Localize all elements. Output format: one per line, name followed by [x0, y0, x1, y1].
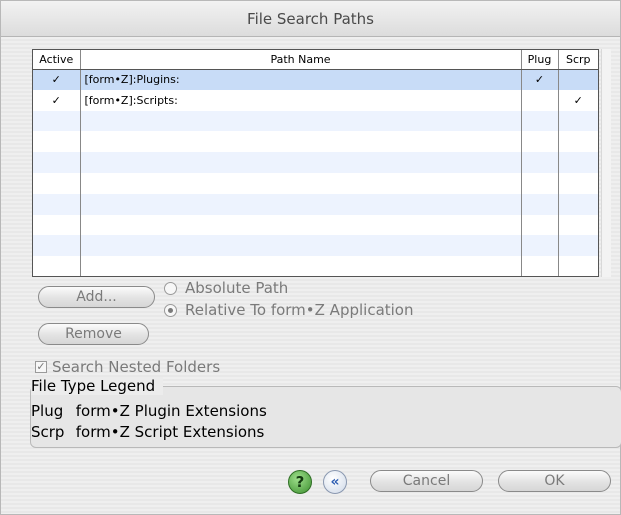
table-scrollbar[interactable]: [601, 49, 611, 277]
column-header-active[interactable]: Active: [33, 50, 81, 70]
empty-row: [33, 152, 598, 173]
window-title: File Search Paths: [1, 1, 620, 37]
remove-button[interactable]: Remove: [38, 323, 149, 345]
table-header-row: Active Path Name Plug Scrp: [33, 50, 598, 70]
legend-item: Plug form•Z Plugin Extensions: [31, 402, 267, 420]
help-icon[interactable]: ?: [288, 470, 312, 494]
relative-path-option[interactable]: Relative To form•Z Application: [164, 301, 414, 319]
legend-code: Plug: [31, 402, 64, 420]
active-check-cell[interactable]: ✓: [33, 69, 81, 90]
table-row[interactable]: ✓ [form•Z]:Plugins: ✓: [33, 69, 598, 90]
empty-row: [33, 214, 598, 236]
absolute-path-option[interactable]: Absolute Path: [164, 279, 288, 297]
plug-check-cell[interactable]: [521, 89, 559, 111]
path-name-cell[interactable]: [form•Z]:Scripts:: [80, 89, 522, 111]
column-header-plug[interactable]: Plug: [521, 50, 559, 70]
empty-row: [33, 131, 598, 153]
back-arrow-icon[interactable]: «: [323, 470, 347, 494]
search-nested-folders-checkbox[interactable]: ✓ Search Nested Folders: [35, 358, 220, 376]
legend-description: form•Z Plugin Extensions: [75, 402, 267, 420]
cancel-button[interactable]: Cancel: [370, 470, 483, 492]
file-type-legend-title: File Type Legend: [31, 377, 164, 395]
add-button[interactable]: Add...: [38, 286, 155, 308]
column-header-scrp[interactable]: Scrp: [558, 50, 598, 70]
absolute-path-label: Absolute Path: [185, 279, 289, 297]
legend-item: Scrp form•Z Script Extensions: [31, 423, 264, 441]
search-nested-folders-label: Search Nested Folders: [52, 358, 221, 376]
scrp-check-cell[interactable]: [558, 69, 598, 90]
legend-code: Scrp: [31, 423, 65, 441]
relative-path-label: Relative To form•Z Application: [185, 301, 414, 319]
empty-row: [33, 235, 598, 257]
radio-off-icon[interactable]: [164, 281, 177, 295]
empty-row: [33, 256, 598, 276]
empty-row: [33, 110, 598, 132]
plug-check-cell[interactable]: ✓: [521, 69, 559, 90]
active-check-cell[interactable]: ✓: [33, 89, 81, 111]
checkmark-icon[interactable]: ✓: [35, 361, 47, 373]
empty-row: [33, 172, 598, 194]
path-name-cell[interactable]: [form•Z]:Plugins:: [80, 69, 522, 90]
scrp-check-cell[interactable]: ✓: [558, 89, 598, 111]
empty-row: [33, 193, 598, 215]
radio-on-icon[interactable]: [164, 303, 177, 317]
column-header-path-name[interactable]: Path Name: [80, 50, 522, 70]
paths-table: Active Path Name Plug Scrp ✓ [form•Z]:Pl…: [32, 49, 599, 277]
ok-button[interactable]: OK: [498, 470, 611, 492]
legend-description: form•Z Script Extensions: [75, 423, 265, 441]
table-row[interactable]: ✓ [form•Z]:Scripts: ✓: [33, 89, 598, 111]
file-search-paths-dialog: File Search Paths Active Path Name Plug …: [0, 0, 621, 515]
